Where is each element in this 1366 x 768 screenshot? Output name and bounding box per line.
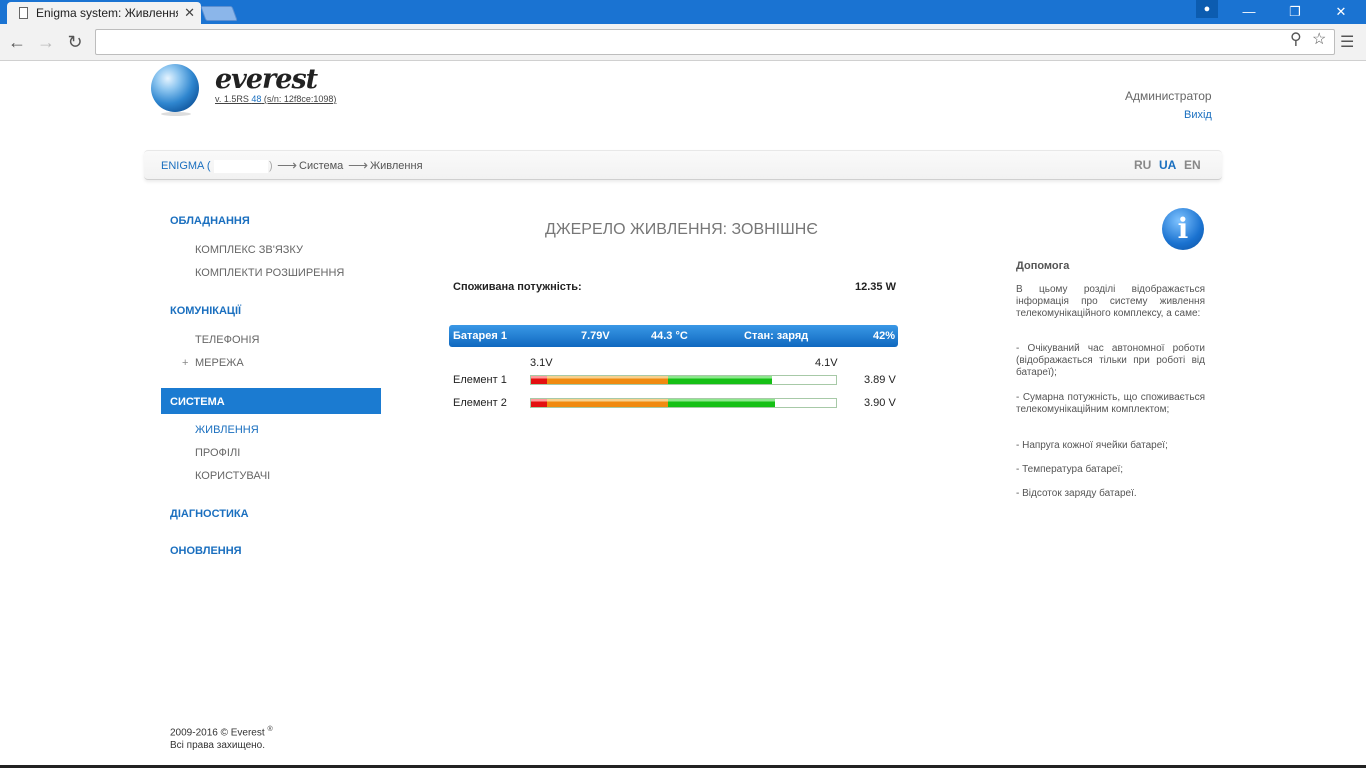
cell-bar-red-segment — [531, 399, 547, 407]
close-window-button[interactable]: ✕ — [1318, 0, 1364, 24]
lang-ua[interactable]: UA — [1159, 158, 1176, 172]
help-paragraph: - Напруга кожної ячейки батареї; — [1016, 440, 1168, 451]
help-paragraph: - Сумарна потужність, що споживається те… — [1016, 392, 1205, 415]
cell-bar-orange-segment — [547, 399, 668, 407]
help-title: Допомога — [1016, 260, 1070, 272]
scale-max-label: 4.1V — [815, 357, 838, 369]
sidebar-item-comm-complex[interactable]: КОМПЛЕКС ЗВ'ЯЗКУ — [195, 244, 303, 256]
browser-tab[interactable]: Enigma system: Живлення ✕ — [7, 2, 201, 24]
battery-summary-bar: Батарея 1 7.79V 44.3 °C Стан: заряд 42% — [449, 325, 898, 347]
lang-ru[interactable]: RU — [1134, 158, 1151, 172]
help-paragraph: - Очікуваний час автономної роботи (відо… — [1016, 343, 1205, 378]
breadcrumb-current: Живлення — [370, 160, 423, 172]
breadcrumb-arrow-icon: ⟶ — [348, 157, 369, 173]
restore-button[interactable]: ❐ — [1272, 0, 1318, 24]
minimize-button[interactable]: — — [1226, 0, 1272, 24]
sidebar-item-profiles[interactable]: ПРОФІЛІ — [195, 447, 240, 459]
sidebar-group-hardware[interactable]: ОБЛАДНАННЯ — [170, 215, 250, 227]
scale-min-label: 3.1V — [530, 357, 553, 369]
registered-mark: ® — [267, 726, 273, 733]
breadcrumb-device-name — [214, 160, 268, 173]
cell-bar-green-segment — [668, 376, 772, 384]
rights-reserved: Всі права захищено. — [170, 740, 266, 752]
help-paragraph: В цьому розділі відображається інформаці… — [1016, 284, 1205, 319]
cell-value: 3.90 V — [864, 397, 896, 409]
bookmark-star-icon[interactable]: ☆ — [1312, 29, 1326, 49]
battery-state: Стан: заряд — [744, 330, 809, 342]
sidebar-item-telephony[interactable]: ТЕЛЕФОНІЯ — [195, 334, 259, 346]
browser-titlebar: Enigma system: Живлення ✕ ● — ❐ ✕ — [0, 0, 1366, 24]
footer: 2009-2016 © Everest ® Всі права захищено… — [170, 723, 273, 752]
battery-percent: 42% — [873, 330, 896, 342]
sidebar-group-diagnostics[interactable]: ДІАГНОСТИКА — [170, 508, 249, 520]
breadcrumb-arrow-icon: ⟶ — [277, 157, 298, 173]
cell-bar-orange-segment — [547, 376, 668, 384]
version-info[interactable]: v. 1.5RS 48 (s/n: 12f8ce:1098) — [215, 94, 336, 104]
tab-title: Enigma system: Живлення — [36, 6, 179, 20]
cell-voltage-bar — [530, 398, 837, 408]
consumed-power-value: 12.35 W — [855, 281, 896, 293]
battery-temperature: 44.3 °C — [651, 330, 688, 342]
back-arrow-icon[interactable]: ← — [5, 30, 29, 54]
logout-link[interactable]: Вихід — [1184, 109, 1212, 121]
page-title: ДЖЕРЕЛО ЖИВЛЕННЯ: ЗОВНІШНЄ — [545, 221, 818, 238]
address-bar[interactable] — [95, 29, 1335, 55]
sidebar-item-network[interactable]: МЕРЕЖА — [195, 357, 244, 369]
battery-voltage: 7.79V — [581, 330, 610, 342]
new-tab-button[interactable] — [200, 6, 238, 21]
sidebar-group-system[interactable]: СИСТЕМА — [161, 388, 381, 414]
cell-value: 3.89 V — [864, 374, 896, 386]
version-number: 48 — [251, 94, 262, 104]
lang-en[interactable]: EN — [1184, 158, 1201, 172]
tab-close-icon[interactable]: ✕ — [184, 5, 195, 21]
sidebar-item-power[interactable]: ЖИВЛЕННЯ — [195, 424, 259, 436]
zoom-icon[interactable]: ⚲ — [1290, 29, 1302, 49]
document-icon — [19, 7, 28, 19]
version-prefix: v. 1.5RS — [215, 94, 252, 104]
profile-icon[interactable]: ● — [1196, 0, 1218, 18]
reload-icon[interactable]: ↻ — [63, 30, 87, 54]
expand-plus-icon[interactable]: + — [182, 357, 188, 369]
help-paragraph: - Температура батареї; — [1016, 464, 1124, 475]
battery-name: Батарея 1 — [453, 330, 507, 342]
forward-arrow-icon[interactable]: → — [34, 30, 58, 54]
breadcrumb-section[interactable]: Система — [299, 160, 343, 172]
copyright: 2009-2016 © Everest — [170, 727, 265, 739]
menu-icon[interactable]: ☰ — [1340, 32, 1354, 52]
breadcrumb-home-close: ) — [269, 160, 273, 172]
globe-logo-icon[interactable] — [151, 64, 199, 116]
help-paragraph: - Відсоток заряду батареї. — [1016, 488, 1137, 499]
cell-bar-red-segment — [531, 376, 547, 384]
cell-bar-green-segment — [668, 399, 775, 407]
consumed-power-label: Споживана потужність: — [453, 281, 582, 293]
sidebar-group-communications[interactable]: КОМУНІКАЦІЇ — [170, 305, 241, 317]
info-icon[interactable]: i — [1162, 208, 1204, 250]
brand-logo[interactable]: everest — [215, 64, 318, 95]
sidebar-group-updates[interactable]: ОНОВЛЕННЯ — [170, 545, 242, 557]
serial-number: (s/n: 12f8ce:1098) — [261, 94, 337, 104]
sidebar-item-expansion-kits[interactable]: КОМПЛЕКТИ РОЗШИРЕННЯ — [195, 267, 344, 279]
breadcrumb-home[interactable]: ENIGMA ( — [161, 160, 211, 172]
cell-label: Елемент 1 — [453, 374, 507, 386]
sidebar-item-users[interactable]: КОРИСТУВАЧІ — [195, 470, 270, 482]
user-name: Администратор — [1125, 89, 1212, 103]
cell-label: Елемент 2 — [453, 397, 507, 409]
cell-voltage-bar — [530, 375, 837, 385]
browser-toolbar: ← → ↻ ⚲ ☆ ☰ — [0, 24, 1366, 61]
breadcrumb: ENIGMA ( ) ⟶ Система ⟶ Живлення RU UA EN — [144, 150, 1222, 180]
